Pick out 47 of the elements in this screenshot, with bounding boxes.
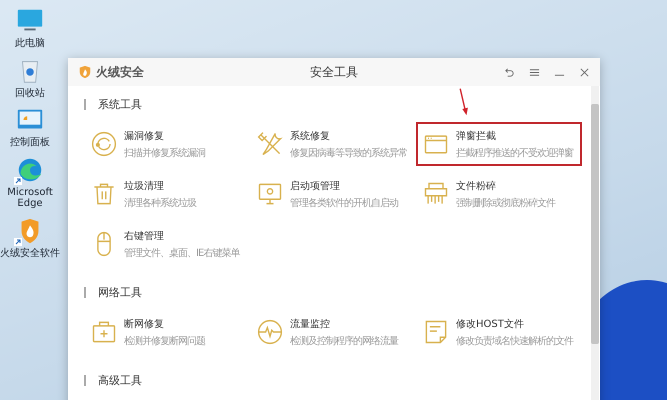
tool-description: 管理文件、桌面、IE右键菜单 [124, 246, 240, 260]
tool-icon [256, 318, 284, 346]
tool-description: 检测并修复断网问题 [124, 334, 205, 348]
desktop-icon-label: 火绒安全软件 [0, 248, 60, 259]
tool-description: 修改负责域名快速解析的文件 [456, 334, 573, 348]
section-title: 网络工具 [98, 284, 142, 300]
tool-item[interactable]: 断网修复 检测并修复断网问题 [84, 310, 250, 354]
desktop-icon-label: Microsoft Edge [6, 186, 54, 210]
tool-icon [256, 130, 284, 158]
section-title: 系统工具 [98, 96, 142, 112]
tool-item[interactable]: 漏洞修复 扫描并修复系统漏洞 [84, 122, 250, 166]
tool-description: 强制删除或彻底粉碎文件 [456, 196, 555, 210]
tool-name: 漏洞修复 [124, 130, 165, 142]
tool-description: 清理各种系统垃圾 [124, 196, 196, 210]
desktop-icon-label: 回收站 [14, 88, 46, 99]
tool-name: 断网修复 [124, 318, 165, 330]
tool-name: 流量监控 [290, 318, 331, 330]
tool-item[interactable]: 修改HOST文件 修改负责域名快速解析的文件 [416, 310, 582, 354]
window-title: 安全工具 [310, 64, 358, 80]
tool-icon [90, 130, 118, 158]
tool-description: 管理各类软件的开机自启动 [290, 196, 398, 210]
app-name: 火绒安全 [96, 64, 144, 80]
shield-flame-logo-icon [78, 65, 92, 79]
tool-name: 文件粉碎 [456, 180, 497, 192]
close-icon[interactable] [579, 66, 590, 78]
tool-item[interactable]: 系统修复 修复因病毒等导致的系统异常 [250, 122, 416, 166]
desktop-icon-label: 此电脑 [14, 38, 46, 50]
menu-icon[interactable] [529, 66, 540, 78]
tool-name: 右键管理 [124, 230, 165, 242]
tool-item[interactable]: 右键管理 管理文件、桌面、IE右键菜单 [84, 222, 250, 266]
tool-item[interactable]: 垃圾清理 清理各种系统垃圾 [84, 172, 250, 216]
tool-description: 检测及控制程序的网络流量 [290, 334, 398, 348]
tool-description: 扫描并修复系统漏洞 [124, 146, 205, 160]
tool-name: 系统修复 [290, 130, 331, 142]
tool-name: 垃圾清理 [124, 180, 165, 192]
tool-description: 修复因病毒等导致的系统异常 [290, 146, 407, 160]
tool-item[interactable]: 文件粉碎 强制删除或彻底粉碎文件 [416, 172, 582, 216]
tool-item[interactable]: 启动项管理 管理各类软件的开机自启动 [250, 172, 416, 216]
tool-description: 拦截程序推送的不受欢迎弹窗 [456, 146, 573, 160]
desktop-icon-label: 控制面板 [9, 137, 51, 148]
tool-name: 弹窗拦截 [456, 130, 497, 142]
tool-name: 启动项管理 [290, 180, 341, 192]
section-title: 高级工具 [98, 372, 142, 388]
back-arrow-icon[interactable] [504, 66, 515, 78]
tool-name: 修改HOST文件 [456, 318, 525, 330]
scrollbar[interactable] [591, 86, 599, 400]
tool-item[interactable]: 流量监控 检测及控制程序的网络流量 [250, 310, 416, 354]
